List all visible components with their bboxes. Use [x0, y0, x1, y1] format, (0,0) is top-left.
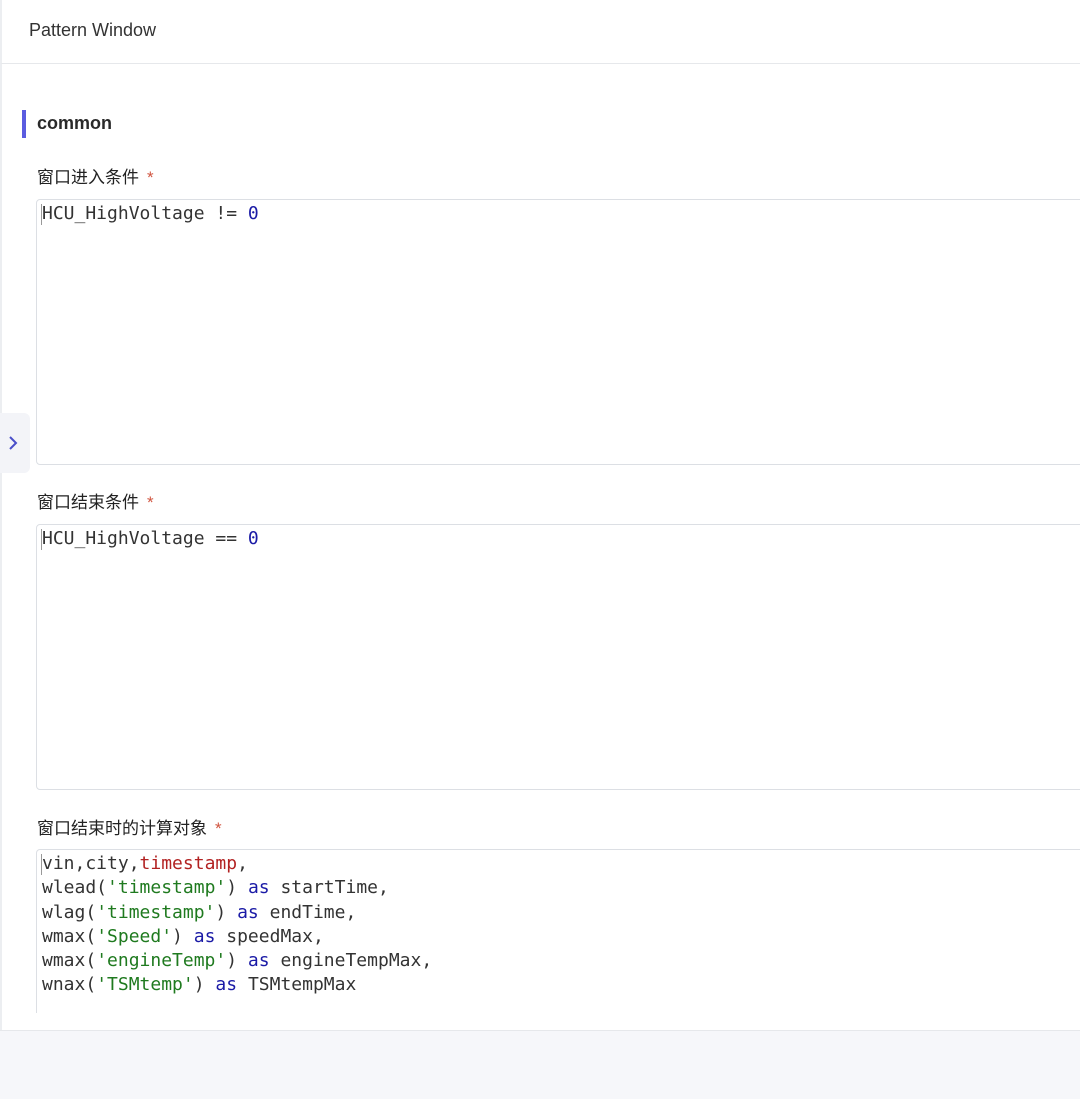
code-line: vin,city,timestamp,: [42, 852, 432, 876]
code-content[interactable]: HCU_HighVoltage == 0: [42, 527, 259, 551]
end-condition-editor[interactable]: HCU_HighVoltage == 0: [36, 524, 1080, 790]
code-token-plain: ): [226, 950, 248, 972]
code-token-str: 'Speed': [96, 925, 173, 947]
code-token-plain: endTime,: [258, 901, 357, 923]
code-line: HCU_HighVoltage == 0: [42, 527, 259, 551]
code-line: wlead('timestamp') as startTime,: [42, 876, 432, 900]
label-text: 窗口结束条件: [37, 493, 139, 512]
code-token-plain: wnax(: [42, 974, 97, 996]
window-title: Pattern Window: [29, 20, 157, 40]
code-content[interactable]: vin,city,timestamp, wlead('timestamp') as…: [42, 852, 432, 998]
code-token-plain: wlead(: [42, 877, 108, 899]
code-token-kw: as: [247, 877, 270, 899]
code-line: wnax('TSMtemp') as TSMtempMax: [42, 973, 432, 997]
code-token-plain: speedMax,: [215, 925, 324, 947]
code-token-kw: as: [237, 901, 259, 923]
compute-objects-editor[interactable]: vin,city,timestamp, wlead('timestamp') as…: [36, 849, 1080, 1013]
label-text: 窗口结束时的计算对象: [37, 819, 207, 838]
footer-bar: [0, 1030, 1080, 1099]
required-mark: *: [147, 168, 154, 187]
expand-sidebar-button[interactable]: [0, 413, 30, 473]
code-token-kw: as: [215, 974, 238, 996]
field-label-compute-objects: 窗口结束时的计算对象 *: [37, 814, 222, 839]
code-token-plain: HCU_HighVoltage !=: [42, 203, 248, 224]
code-token-str: 'TSMtemp': [96, 974, 194, 996]
divider: [0, 64, 2, 1030]
code-token-plain: ,: [237, 853, 248, 874]
code-token-plain: vin,city,: [42, 853, 140, 874]
code-token-str: 'engineTemp': [96, 950, 227, 972]
section-heading: common: [22, 110, 112, 138]
label-text: 窗口进入条件: [37, 168, 139, 187]
code-token-plain: HCU_HighVoltage ==: [42, 528, 248, 549]
code-token-plain: wmax(: [42, 925, 97, 947]
chevron-right-icon: [9, 436, 18, 450]
code-line: wmax('engineTemp') as engineTempMax,: [42, 949, 432, 973]
required-mark: *: [215, 819, 222, 838]
code-token-plain: wlag(: [42, 901, 97, 923]
enter-condition-editor[interactable]: HCU_HighVoltage != 0: [36, 199, 1080, 465]
code-token-plain: ): [226, 877, 248, 899]
required-mark: *: [147, 493, 154, 512]
code-line: HCU_HighVoltage != 0: [42, 202, 259, 226]
code-token-kw: as: [247, 950, 270, 972]
code-token-plain: ): [215, 901, 238, 923]
code-token-plain: engineTempMax,: [269, 950, 433, 972]
section-title: common: [37, 113, 113, 133]
code-line: wmax('Speed') as speedMax,: [42, 925, 432, 949]
code-line: wlag('timestamp') as endTime,: [42, 901, 432, 925]
code-token-plain: wmax(: [42, 950, 97, 972]
code-token-plain: TSMtempMax: [237, 974, 357, 996]
field-label-end-condition: 窗口结束条件 *: [37, 488, 154, 513]
window-header: Pattern Window: [0, 0, 1080, 64]
code-token-str: 'timestamp': [96, 901, 216, 923]
code-token-kw: as: [193, 925, 216, 947]
code-token-plain: ): [193, 974, 216, 996]
code-token-var: timestamp: [139, 853, 238, 874]
code-token-plain: startTime,: [269, 877, 389, 899]
code-content[interactable]: HCU_HighVoltage != 0: [42, 202, 259, 226]
code-token-num: 0: [247, 203, 259, 224]
field-label-enter-condition: 窗口进入条件 *: [37, 163, 154, 188]
code-token-plain: ): [172, 925, 194, 947]
code-token-num: 0: [247, 528, 259, 549]
code-token-str: 'timestamp': [107, 877, 227, 899]
